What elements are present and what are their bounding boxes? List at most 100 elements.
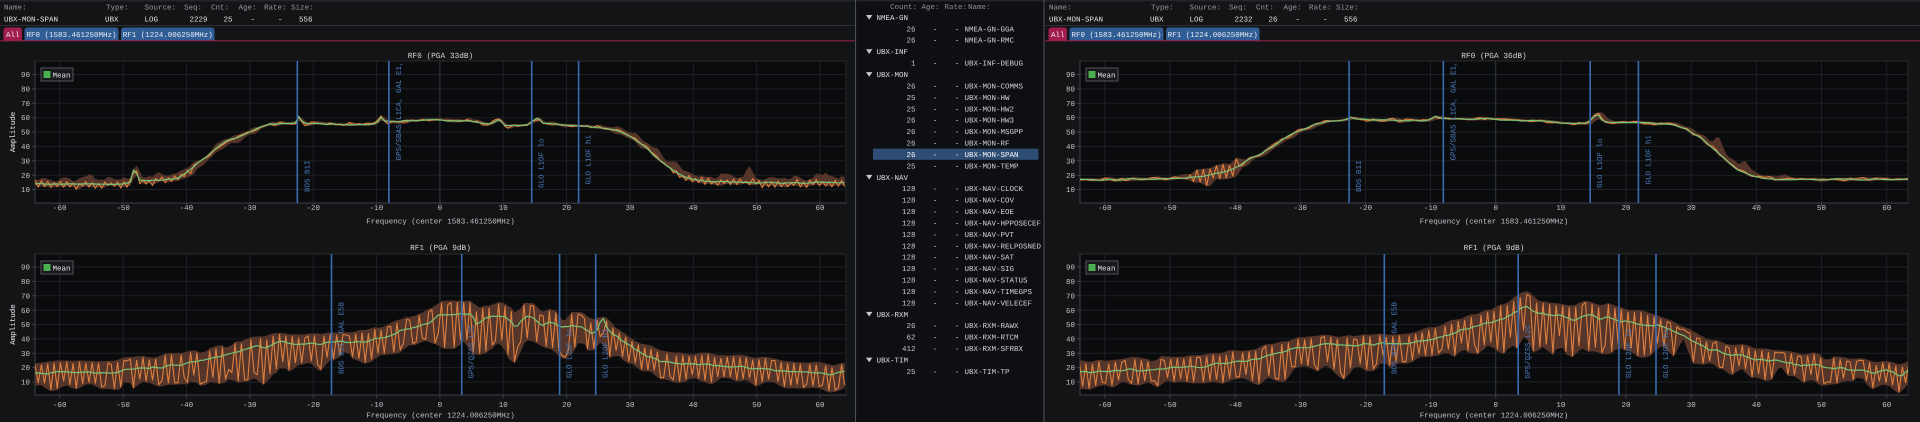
svg-text:-: - [955,129,960,137]
svg-text:30: 30 [1066,350,1076,359]
svg-text:Source:: Source: [1190,4,1222,13]
svg-text:-: - [933,118,938,126]
svg-text:-: - [933,61,938,69]
svg-text:26: 26 [906,322,916,331]
svg-text:70: 70 [1066,292,1076,301]
svg-text:UBX-NAV-SIG: UBX-NAV-SIG [965,265,1015,274]
svg-text:26: 26 [1268,15,1278,24]
svg-text:128: 128 [902,265,916,274]
svg-text:-: - [955,335,960,343]
svg-text:80: 80 [21,86,31,95]
svg-text:Source:: Source: [145,4,177,13]
svg-text:Frequency (center 1583.461250M: Frequency (center 1583.461250MHz) [366,217,515,226]
svg-text:-: - [955,209,960,217]
svg-text:-: - [955,198,960,206]
svg-text:25: 25 [906,94,916,103]
svg-text:50: 50 [21,321,31,330]
svg-text:412: 412 [902,345,916,354]
svg-text:UBX-MON-HW: UBX-MON-HW [965,94,1011,103]
svg-text:-: - [955,266,960,274]
svg-text:-: - [955,118,960,126]
svg-text:10: 10 [21,379,31,388]
svg-text:UBX-NAV-STATUS: UBX-NAV-STATUS [965,277,1029,286]
svg-text:UBX-MON-HW3: UBX-MON-HW3 [965,117,1015,126]
svg-text:UBX-MON-RF: UBX-MON-RF [965,140,1010,149]
svg-text:40: 40 [1066,143,1076,152]
svg-text:0: 0 [438,401,443,410]
svg-text:Mean: Mean [53,266,71,274]
svg-text:Age:: Age: [1284,5,1302,13]
svg-text:-: - [955,26,960,34]
svg-text:70: 70 [21,100,31,109]
svg-text:GLO L2OF lo: GLO L2OF lo [1625,328,1634,378]
svg-text:556: 556 [299,15,313,24]
svg-text:Age:: Age: [922,4,940,12]
svg-text:-: - [933,221,938,229]
svg-text:UBX-NAV-HPPOSECEF: UBX-NAV-HPPOSECEF [965,220,1042,229]
svg-text:-: - [955,38,960,46]
svg-text:-: - [1295,16,1300,24]
svg-text:-: - [933,243,938,251]
svg-text:GLO L2OF hi: GLO L2OF hi [1662,328,1671,378]
svg-text:RF1 (PGA 9dB): RF1 (PGA 9dB) [410,244,471,253]
svg-text:128: 128 [902,288,916,297]
svg-text:80: 80 [1066,278,1076,287]
svg-text:60: 60 [1066,307,1076,316]
svg-text:25: 25 [906,162,916,171]
svg-text:-: - [955,346,960,354]
svg-text:BDS B1I: BDS B1I [1355,160,1364,192]
svg-text:UBX-MON-MSGPP: UBX-MON-MSGPP [965,128,1024,137]
svg-text:UBX-NAV-PVT: UBX-NAV-PVT [965,232,1015,240]
svg-text:Type:: Type: [106,5,129,13]
svg-text:UBX-NAV-TIMEGPS: UBX-NAV-TIMEGPS [965,288,1033,297]
svg-text:-: - [933,152,938,160]
svg-text:UBX-MON-COMMS: UBX-MON-COMMS [965,82,1024,91]
svg-text:Amplitude: Amplitude [9,112,18,153]
svg-text:-20: -20 [306,401,320,410]
svg-text:90: 90 [21,71,31,80]
svg-text:60: 60 [1882,401,1892,410]
svg-text:128: 128 [902,231,916,240]
svg-text:Amplitude: Amplitude [9,304,18,345]
svg-text:-: - [955,289,960,297]
svg-text:-: - [933,232,938,240]
svg-text:-30: -30 [1293,401,1307,410]
svg-text:-: - [955,232,960,240]
svg-text:BDS B2I, GAL E5B: BDS B2I, GAL E5B [338,301,347,374]
svg-text:RF1 (1224.006250MHz): RF1 (1224.006250MHz) [1168,31,1258,40]
svg-text:GLO L2OF lo: GLO L2OF lo [566,328,575,378]
svg-text:-: - [955,61,960,69]
svg-text:-: - [933,163,938,171]
svg-text:25: 25 [223,15,233,24]
svg-text:-: - [933,300,938,308]
svg-text:-: - [955,141,960,149]
svg-text:-: - [933,26,938,34]
svg-text:50: 50 [21,129,31,138]
svg-text:60: 60 [1066,114,1076,123]
svg-text:-: - [933,129,938,137]
svg-text:UBX-NAV-COV: UBX-NAV-COV [965,197,1015,206]
svg-text:40: 40 [1066,336,1076,345]
svg-text:Frequency (center 1224.006250M: Frequency (center 1224.006250MHz) [366,411,515,420]
svg-text:-: - [933,141,938,149]
svg-text:20: 20 [21,364,31,373]
svg-text:Rate:: Rate: [264,5,287,13]
svg-text:-: - [955,106,960,114]
svg-text:-: - [955,300,960,308]
svg-text:Size:: Size: [291,4,314,13]
svg-text:UBX-NAV: UBX-NAV [877,175,909,183]
svg-text:-40: -40 [180,401,194,410]
svg-text:-: - [955,255,960,263]
svg-text:20: 20 [562,401,572,410]
svg-text:-: - [955,163,960,171]
svg-text:UBX-RXM-RTCM: UBX-RXM-RTCM [965,334,1020,343]
svg-text:UBX-INF-DEBUG: UBX-INF-DEBUG [965,60,1024,69]
svg-text:90: 90 [1066,264,1076,273]
svg-text:UBX-RXM-SFRBX: UBX-RXM-SFRBX [965,345,1024,354]
svg-text:UBX-TIM: UBX-TIM [877,358,909,366]
svg-text:RF0 (PGA 33dB): RF0 (PGA 33dB) [408,52,474,61]
svg-text:RF0 (PGA 36dB): RF0 (PGA 36dB) [1461,52,1527,61]
svg-text:Name:: Name: [968,4,991,12]
svg-text:40: 40 [21,143,31,152]
svg-text:-: - [933,255,938,263]
